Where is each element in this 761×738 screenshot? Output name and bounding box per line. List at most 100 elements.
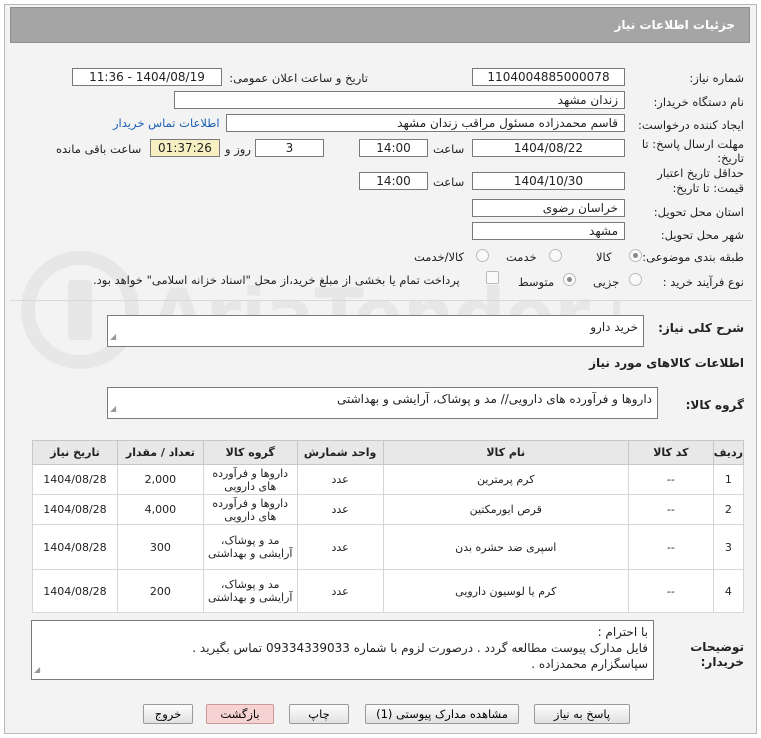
item-name: کرم یا لوسیون دارویی [382, 569, 629, 613]
exit-button[interactable]: خروج [143, 704, 193, 724]
item-code: -- [627, 494, 714, 525]
row-number: 1 [712, 464, 745, 495]
view-attachments-button[interactable]: مشاهده مدارک پیوستی (1) [365, 704, 519, 724]
creator-label: ایجاد کننده درخواست: [638, 118, 744, 132]
need-number-label: شماره نیاز: [689, 71, 744, 85]
goods-table: ردیف کد کالا نام کالا واحد شمارش گروه کا… [32, 440, 745, 613]
goods-group-field[interactable]: داروها و فرآورده های دارویی// مد و پوشاک… [107, 387, 658, 419]
deadline-date-field[interactable]: 1404/08/22 [472, 139, 625, 157]
announce-label: تاریخ و ساعت اعلان عمومی: [229, 71, 368, 85]
item-unit: عدد [296, 569, 384, 613]
validity-time-label: ساعت [433, 175, 465, 189]
divider [10, 300, 752, 301]
header-item-name: نام کالا [382, 440, 629, 465]
item-quantity: 4,000 [116, 494, 204, 525]
validity-time-field[interactable]: 14:00 [359, 172, 428, 190]
item-code: -- [627, 464, 714, 495]
item-unit: عدد [296, 494, 384, 525]
resize-grip-icon[interactable]: ◢ [110, 329, 116, 345]
resize-grip-icon[interactable]: ◢ [34, 662, 40, 678]
deadline-label: مهلت ارسال پاسخ: تا [641, 137, 744, 151]
header-item-code: کد کالا [627, 440, 714, 465]
buyer-notes-field[interactable]: با احترام : فایل مدارک پیوست مطالعه گردد… [31, 620, 654, 680]
item-name: اسپری ضد حشره بدن [382, 524, 629, 570]
buyer-org-field[interactable]: زندان مشهد [174, 91, 625, 109]
summary-label: شرح کلی نیاز: [658, 321, 744, 335]
goods-section-title: اطلاعات کالاهای مورد نیاز [589, 356, 744, 370]
province-label: استان محل تحویل: [653, 205, 744, 219]
category-option-goods-service: کالا/خدمت [414, 250, 465, 264]
back-button[interactable]: بازگشت [206, 704, 274, 724]
days-label: روز و [225, 142, 251, 156]
announce-field[interactable]: 1404/08/19 - 11:36 [72, 68, 222, 86]
notes-label: توضیحات [690, 640, 744, 654]
title-bar: جزئیات اطلاعات نیاز [10, 7, 750, 43]
print-button[interactable]: چاپ [289, 704, 349, 724]
city-field[interactable]: مشهد [472, 222, 625, 240]
category-radio-service[interactable] [549, 249, 562, 262]
deadline-label-date: تاریخ: [717, 151, 744, 165]
remaining-label: ساعت باقی مانده [56, 142, 142, 156]
notes-line-2: فایل مدارک پیوست مطالعه گردد . درصورت لز… [192, 641, 648, 655]
creator-field[interactable]: قاسم محمدزاده مسئول مراقب زندان مشهد [226, 114, 625, 132]
deadline-time-field[interactable]: 14:00 [359, 139, 428, 157]
item-need-date: 1404/08/28 [32, 569, 118, 613]
item-quantity: 200 [116, 569, 204, 613]
province-field[interactable]: خراسان رضوی [472, 199, 625, 217]
summary-field[interactable]: خرید دارو ◢ [107, 315, 644, 347]
header-need-date: تاریخ نیاز [32, 440, 118, 465]
notes-line-1: با احترام : [597, 625, 648, 639]
deadline-time-label: ساعت [433, 142, 465, 156]
resize-grip-icon[interactable]: ◢ [110, 401, 116, 417]
item-group: مد و پوشاک، آرایشی و بهداشتی [202, 524, 298, 570]
item-name: کرم پرمترین [382, 464, 629, 495]
item-code: -- [627, 524, 714, 570]
item-need-date: 1404/08/28 [32, 494, 118, 525]
validity-date-field[interactable]: 1404/10/30 [472, 172, 625, 190]
reply-button[interactable]: پاسخ به نیاز [534, 704, 630, 724]
header-quantity: تعداد / مقدار [116, 440, 204, 465]
city-label: شهر محل تحویل: [660, 228, 744, 242]
item-quantity: 300 [116, 524, 204, 570]
days-field[interactable]: 3 [255, 139, 324, 157]
process-option-medium: متوسط [518, 275, 555, 289]
treasury-note: پرداخت تمام یا بخشی از مبلغ خرید،از محل … [93, 273, 460, 287]
table-row[interactable]: 2 -- قرص ایورمکتین عدد داروها و فرآورده … [32, 494, 745, 525]
row-number: 3 [712, 524, 745, 570]
item-quantity: 2,000 [116, 464, 204, 495]
category-option-service: خدمت [506, 250, 537, 264]
item-name: قرص ایورمکتین [382, 494, 629, 525]
table-row[interactable]: 4 -- کرم یا لوسیون دارویی عدد مد و پوشاک… [32, 569, 745, 613]
category-option-goods: کالا [596, 250, 612, 264]
goods-group-label: گروه کالا: [685, 398, 744, 412]
table-row[interactable]: 3 -- اسپری ضد حشره بدن عدد مد و پوشاک، آ… [32, 524, 745, 570]
category-radio-goods[interactable] [629, 249, 642, 262]
summary-text: خرید دارو [590, 320, 638, 334]
item-group: داروها و فرآورده های دارویی [202, 494, 298, 525]
table-row[interactable]: 1 -- کرم پرمترین عدد داروها و فرآورده ها… [32, 464, 745, 495]
treasury-checkbox[interactable] [486, 271, 499, 284]
process-radio-medium[interactable] [563, 273, 576, 286]
item-group: مد و پوشاک، آرایشی و بهداشتی [202, 569, 298, 613]
header-unit: واحد شمارش [296, 440, 384, 465]
goods-group-text: داروها و فرآورده های دارویی// مد و پوشاک… [336, 392, 652, 406]
validity-label-date: قیمت: تا تاریخ: [672, 181, 744, 195]
row-number: 4 [712, 569, 745, 613]
notes-label-buyer: خریدار: [700, 655, 744, 669]
category-label: طبقه بندی موضوعی: [642, 250, 744, 264]
item-need-date: 1404/08/28 [32, 464, 118, 495]
need-number-field[interactable]: 1104004885000078 [472, 68, 625, 86]
table-header-row: ردیف کد کالا نام کالا واحد شمارش گروه کا… [32, 440, 745, 465]
buyer-contact-link[interactable]: اطلاعات تماس خریدار [113, 116, 220, 130]
page-title: جزئیات اطلاعات نیاز [614, 18, 735, 32]
process-option-minor: جزیی [593, 275, 620, 289]
item-need-date: 1404/08/28 [32, 524, 118, 570]
notes-line-3: سپاسگزارم محمدزاده . [531, 657, 648, 671]
header-row-number: ردیف [712, 440, 745, 465]
item-code: -- [627, 569, 714, 613]
remaining-time-field: 01:37:26 [150, 139, 220, 157]
process-radio-minor[interactable] [629, 273, 642, 286]
row-number: 2 [712, 494, 745, 525]
category-radio-goods-service[interactable] [476, 249, 489, 262]
buyer-org-label: نام دستگاه خریدار: [653, 95, 744, 109]
